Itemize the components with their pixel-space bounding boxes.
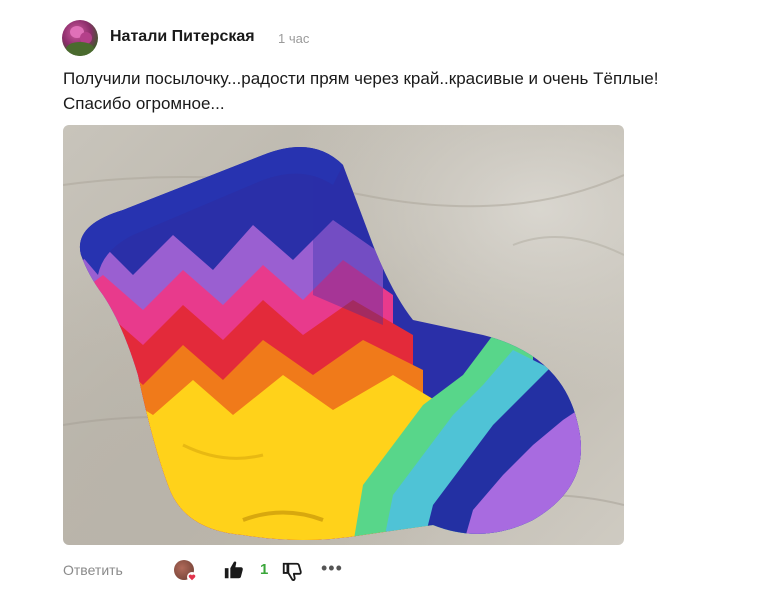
comment-photo[interactable] (63, 125, 624, 545)
thumbs-up-icon[interactable] (223, 559, 245, 581)
comment-text: Получили посылочку...радости прям через … (63, 66, 743, 116)
avatar-leaf (66, 42, 94, 56)
comment-card: Натали Питерская 1 час Получили посылочк… (0, 0, 776, 600)
reply-button[interactable]: Ответить (63, 562, 123, 578)
like-count: 1 (260, 561, 269, 578)
heart-icon (187, 572, 197, 582)
comment-actions: Ответить 1 ••• (63, 556, 763, 586)
author-avatar[interactable] (62, 20, 98, 56)
comment-time: 1 час (278, 31, 310, 46)
more-dots-icon[interactable]: ••• (321, 558, 343, 579)
knitted-sock-illustration (63, 147, 624, 540)
author-name[interactable]: Натали Питерская (110, 28, 255, 46)
comment-text-line: Получили посылочку...радости прям через … (63, 69, 659, 88)
comment-text-line: Спасибо огромное... (63, 94, 225, 113)
thumbs-down-icon[interactable] (281, 561, 303, 583)
